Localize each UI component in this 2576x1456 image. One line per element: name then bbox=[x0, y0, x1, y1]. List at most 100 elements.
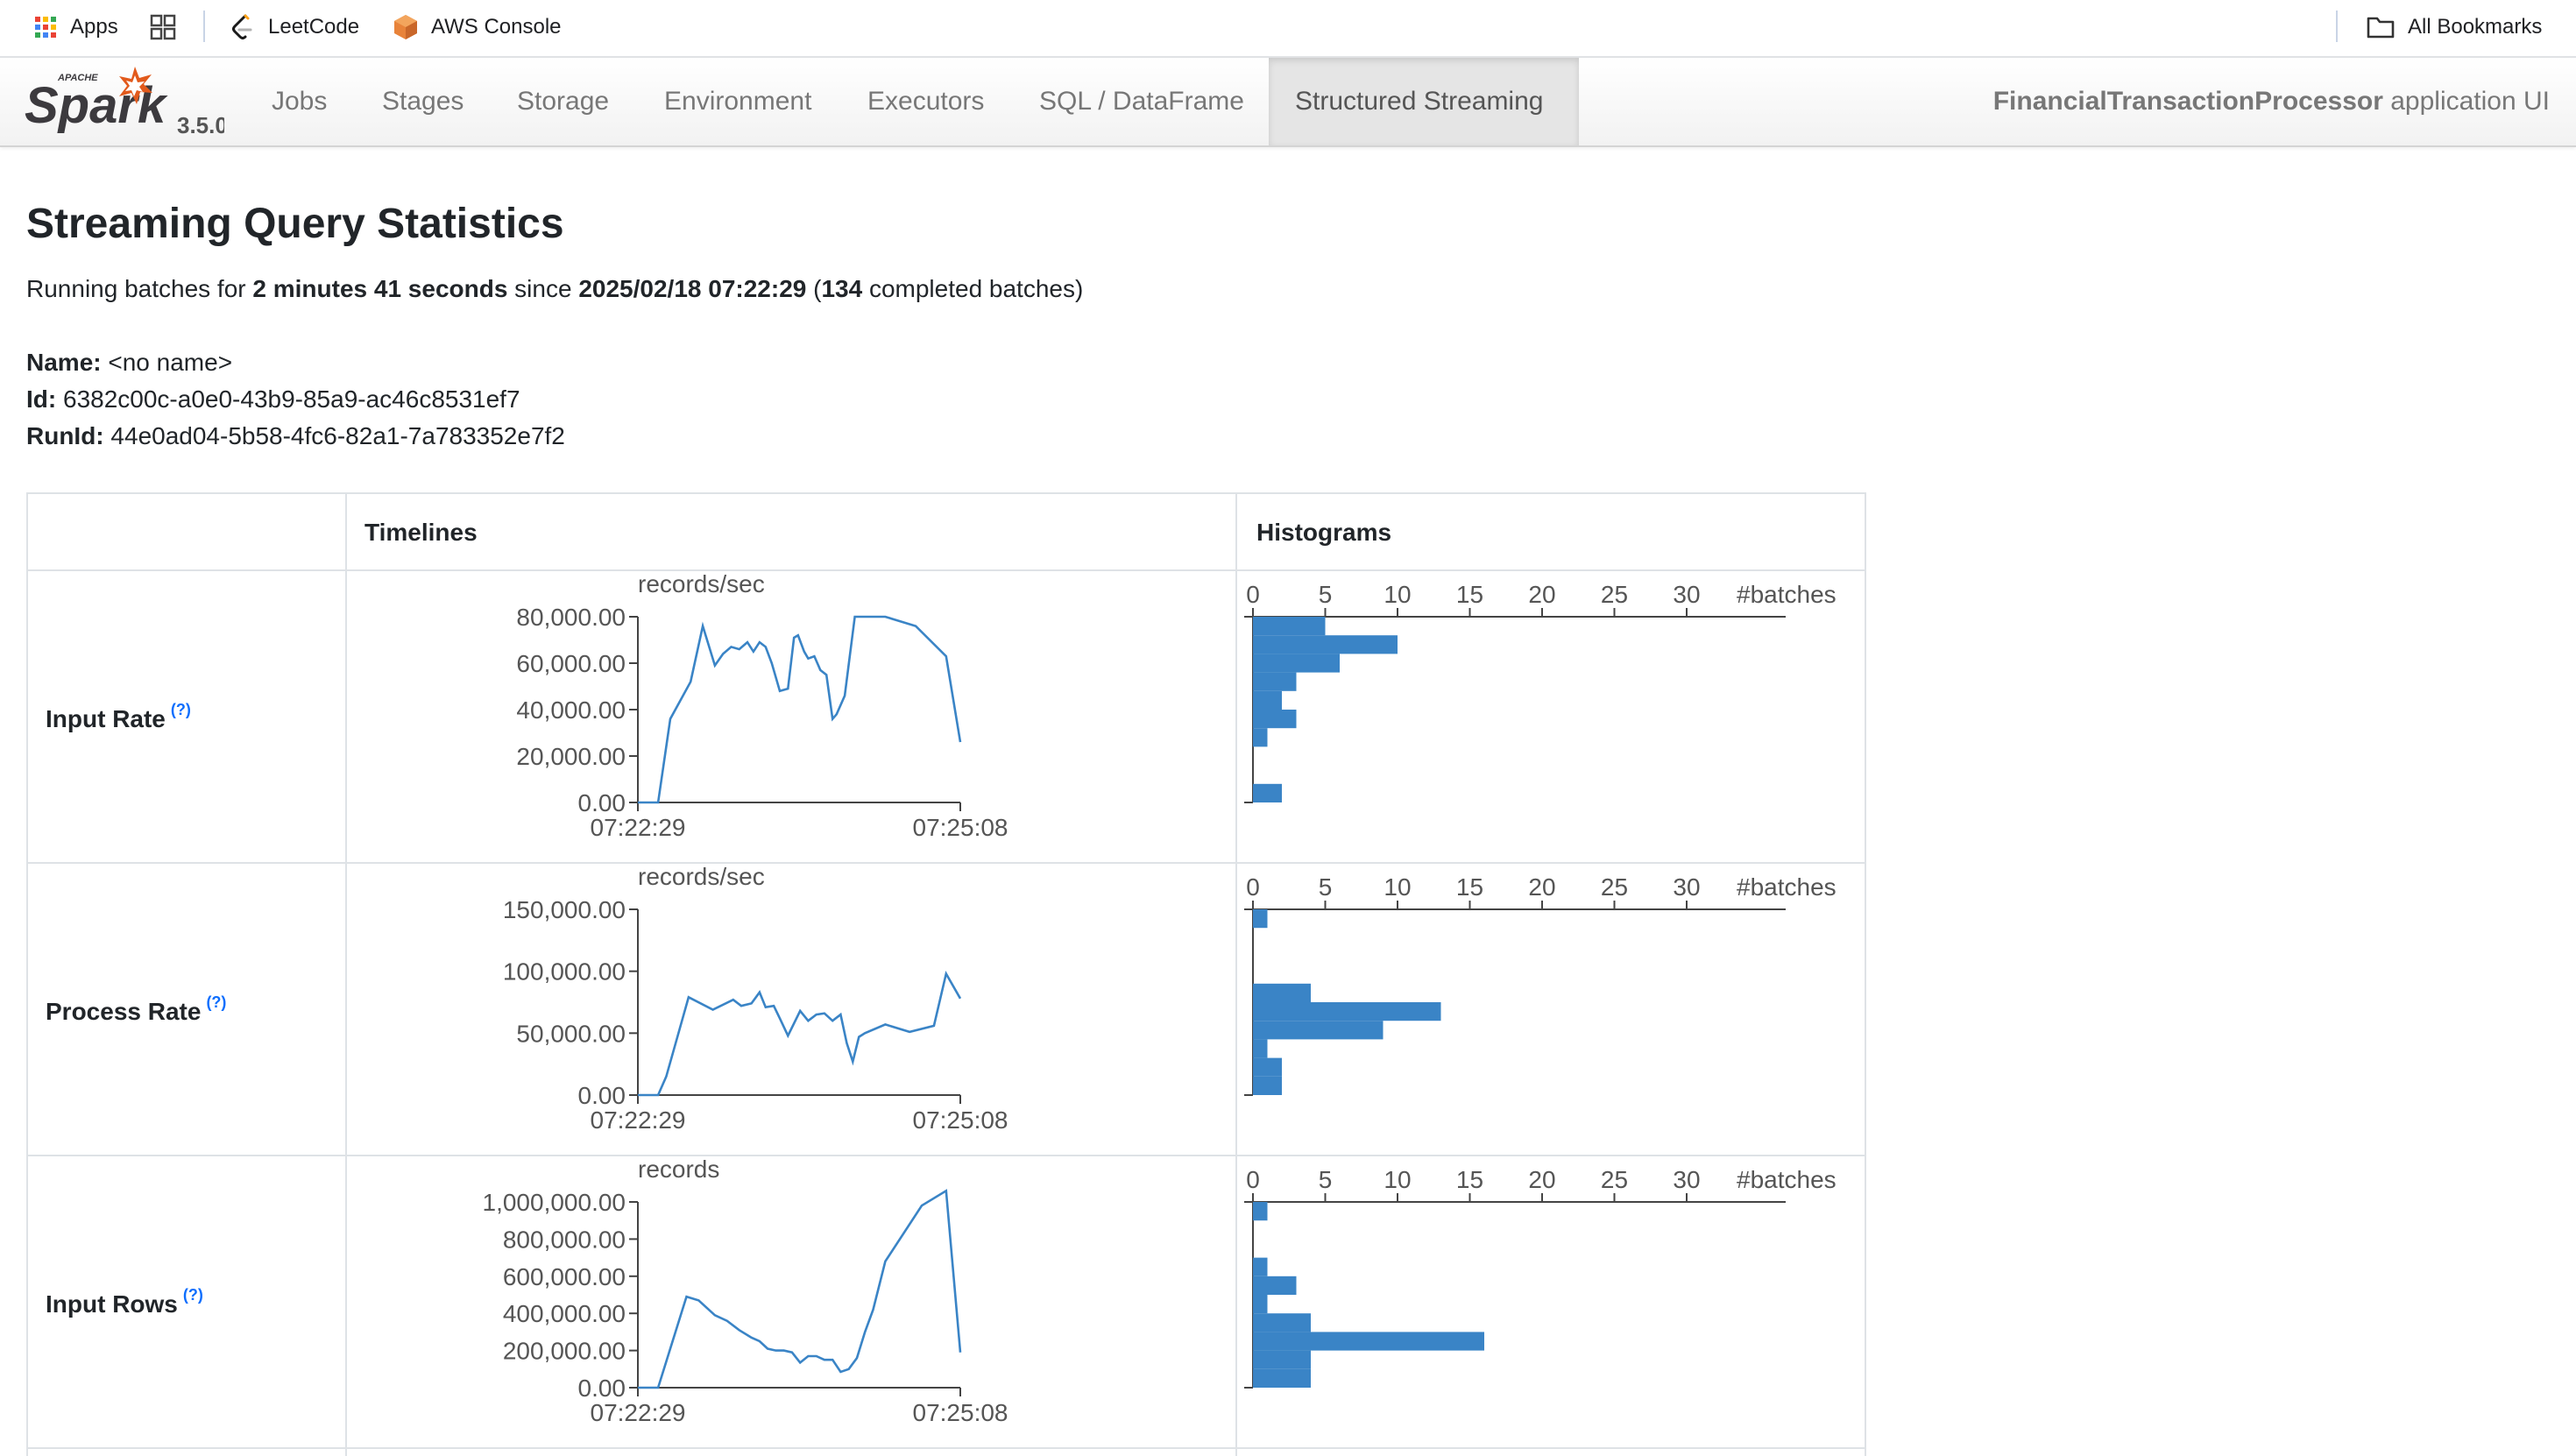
name-value: <no name> bbox=[101, 349, 233, 376]
spark-version: 3.5.0 bbox=[177, 112, 224, 138]
header-histograms: Histograms bbox=[1256, 519, 1392, 546]
x-tick-label: 07:22:29 bbox=[591, 1106, 686, 1134]
bookmark-label: LeetCode bbox=[268, 15, 360, 39]
row-label-text: Input Rows bbox=[46, 1290, 178, 1318]
histogram-x-tick-label: 20 bbox=[1528, 581, 1555, 608]
tab-sql-dataframe[interactable]: SQL / DataFrame bbox=[1013, 58, 1270, 145]
y-tick-label: 20,000.00 bbox=[516, 743, 626, 770]
input-rows-histogram-chart[interactable]: 0 5 10 15 20 25 30 #batches bbox=[1237, 1156, 1865, 1447]
bookmark-apps[interactable]: Apps bbox=[33, 9, 118, 46]
all-bookmarks-button[interactable]: All Bookmarks bbox=[2366, 9, 2542, 46]
histogram-bar bbox=[1253, 1276, 1297, 1295]
y-tick-label: 0.00 bbox=[578, 1375, 626, 1402]
histogram-bar bbox=[1253, 983, 1311, 1002]
table-border bbox=[1865, 492, 1866, 1456]
query-runid: RunId: 44e0ad04-5b58-4fc6-82a1-7a783352e… bbox=[26, 422, 565, 450]
header-timelines: Timelines bbox=[364, 519, 478, 546]
histogram-x-tick-label: 30 bbox=[1673, 1166, 1700, 1193]
x-tick-label: 07:22:29 bbox=[591, 1399, 686, 1426]
tab-environment[interactable]: Environment bbox=[638, 58, 838, 145]
id-value: 6382c00c-a0e0-43b9-85a9-ac46c8531ef7 bbox=[56, 385, 520, 413]
bookmark-tab-groups[interactable] bbox=[149, 9, 189, 46]
histogram-x-tick-label: 20 bbox=[1528, 873, 1555, 901]
row-label-input-rate: Input Rate (?) bbox=[46, 701, 191, 733]
histogram-axis-label: #batches bbox=[1737, 581, 1836, 608]
y-tick-label: 40,000.00 bbox=[516, 696, 626, 724]
process-rate-timeline-chart[interactable]: records/sec 0.00 50,000.00 100,000.00 150,00… bbox=[347, 864, 1235, 1155]
histogram-bar bbox=[1253, 728, 1268, 747]
input-rate-timeline-chart[interactable]: records/sec 0.00 20,000.00 40,000.00 60,000.… bbox=[347, 571, 1235, 862]
y-tick-label: 400,000.00 bbox=[503, 1300, 626, 1327]
y-tick-label: 600,000.00 bbox=[503, 1263, 626, 1290]
tab-stages[interactable]: Stages bbox=[356, 58, 490, 145]
histogram-x-tick-label: 20 bbox=[1528, 1166, 1555, 1193]
histogram-bar bbox=[1253, 617, 1326, 636]
summary-start-time: 2025/02/18 07:22:29 bbox=[578, 275, 807, 302]
help-tooltip[interactable]: (?) bbox=[206, 993, 226, 1011]
histogram-x-tick-label: 0 bbox=[1246, 581, 1260, 608]
histogram-bar bbox=[1253, 1057, 1282, 1077]
tab-storage[interactable]: Storage bbox=[491, 58, 635, 145]
y-tick-label: 0.00 bbox=[578, 1082, 626, 1109]
bookmark-aws-console[interactable]: AWS Console bbox=[393, 9, 562, 46]
x-tick-label: 07:25:08 bbox=[913, 1106, 1008, 1134]
histogram-bar bbox=[1253, 654, 1340, 673]
timeline-series-line bbox=[638, 615, 962, 804]
aws-cube-icon bbox=[394, 15, 417, 39]
histogram-bar bbox=[1253, 1350, 1311, 1369]
help-tooltip[interactable]: (?) bbox=[183, 1286, 203, 1304]
histogram-bar bbox=[1253, 1313, 1311, 1332]
table-border bbox=[26, 492, 28, 1456]
tab-structured-streaming[interactable]: Structured Streaming bbox=[1269, 58, 1579, 145]
input-rate-histogram-chart[interactable]: 0 5 10 15 20 25 30 #batches bbox=[1237, 571, 1865, 862]
run-summary: Running batches for 2 minutes 41 seconds… bbox=[26, 275, 1083, 303]
summary-batch-count: 134 bbox=[821, 275, 863, 302]
summary-suffix: completed batches) bbox=[862, 275, 1084, 302]
summary-prefix: Running batches for bbox=[26, 275, 253, 302]
spark-logo-link[interactable]: APACHE Spark 3.5.0 bbox=[23, 61, 228, 142]
histogram-bar bbox=[1253, 1368, 1311, 1388]
histogram-bar bbox=[1253, 1202, 1268, 1221]
y-tick-label: 1,000,000.00 bbox=[483, 1189, 626, 1216]
summary-duration: 2 minutes 41 seconds bbox=[252, 275, 508, 302]
logo-spark-text: Spark bbox=[25, 77, 168, 134]
histogram-x-tick-label: 25 bbox=[1601, 1166, 1628, 1193]
input-rows-timeline-chart[interactable]: records 0.00 200,000.00 400,000.00 600,000.0… bbox=[347, 1156, 1235, 1447]
tab-groups-icon bbox=[150, 14, 176, 40]
histogram-bar bbox=[1253, 1002, 1441, 1021]
id-label: Id: bbox=[26, 385, 57, 413]
all-bookmarks-label: All Bookmarks bbox=[2408, 15, 2543, 39]
process-rate-histogram-chart[interactable]: 0 5 10 15 20 25 30 #batches bbox=[1237, 864, 1865, 1155]
histogram-x-tick-label: 10 bbox=[1384, 1166, 1411, 1193]
histogram-x-tick-label: 30 bbox=[1673, 873, 1700, 901]
histogram-x-tick-label: 15 bbox=[1456, 581, 1483, 608]
y-tick-label: 0.00 bbox=[578, 789, 626, 816]
tab-executors[interactable]: Executors bbox=[841, 58, 1010, 145]
application-title: FinancialTransactionProcessor applicatio… bbox=[1993, 58, 2550, 145]
histogram-x-tick-label: 0 bbox=[1246, 1166, 1260, 1193]
name-label: Name: bbox=[26, 349, 102, 376]
histogram-bar bbox=[1253, 1295, 1268, 1314]
histogram-x-tick-label: 10 bbox=[1384, 581, 1411, 608]
summary-since: since bbox=[507, 275, 579, 302]
row-label-process-rate: Process Rate (?) bbox=[46, 993, 226, 1026]
y-tick-label: 150,000.00 bbox=[503, 896, 626, 923]
tab-jobs[interactable]: Jobs bbox=[245, 58, 353, 145]
y-tick-label: 50,000.00 bbox=[516, 1020, 626, 1047]
histogram-x-tick-label: 25 bbox=[1601, 581, 1628, 608]
histogram-x-tick-label: 30 bbox=[1673, 581, 1700, 608]
histogram-axis-label: #batches bbox=[1737, 873, 1836, 901]
row-label-text: Input Rate bbox=[46, 705, 166, 732]
bookmark-leetcode[interactable]: LeetCode bbox=[230, 9, 359, 46]
bookmarks-separator bbox=[2336, 11, 2338, 42]
histogram-bar bbox=[1253, 690, 1282, 710]
histogram-x-tick-label: 5 bbox=[1319, 581, 1333, 608]
runid-label: RunId: bbox=[26, 422, 104, 449]
x-tick-label: 07:25:08 bbox=[913, 1399, 1008, 1426]
histogram-bar bbox=[1253, 710, 1297, 729]
folder-icon bbox=[2367, 17, 2395, 39]
query-name: Name: <no name> bbox=[26, 349, 232, 377]
help-tooltip[interactable]: (?) bbox=[171, 701, 191, 718]
histogram-bar bbox=[1253, 672, 1297, 691]
y-tick-label: 100,000.00 bbox=[503, 958, 626, 986]
